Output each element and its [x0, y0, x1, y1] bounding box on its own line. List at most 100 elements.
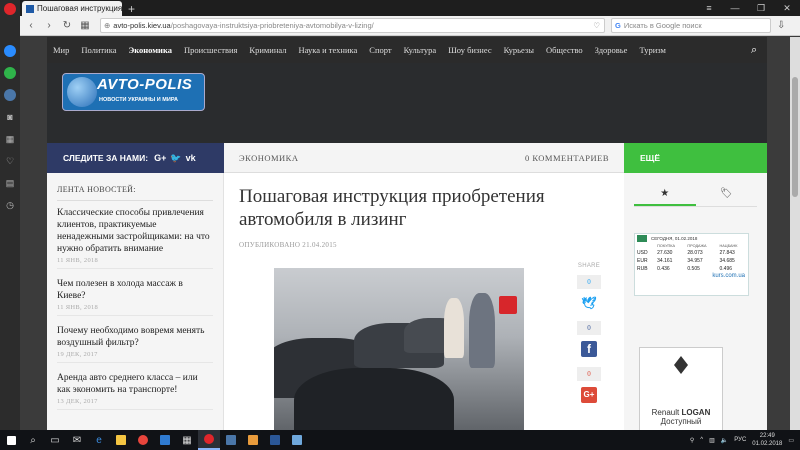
- chevron-up-icon[interactable]: ^: [700, 437, 703, 443]
- nav-item[interactable]: Здоровье: [589, 45, 634, 55]
- news-title[interactable]: Аренда авто среднего класса – или как эк…: [57, 372, 213, 396]
- close-window-icon[interactable]: ✕: [774, 0, 800, 16]
- right-sidebar: ★ 🏷 СЕГОДНЯ, 01.02.2018 ПОКУПКА ПРОДАЖА …: [624, 173, 767, 430]
- currency-source[interactable]: kurs.com.ua: [635, 273, 748, 279]
- download-icon[interactable]: ⇩: [777, 20, 785, 31]
- vk-sidebar-icon[interactable]: [4, 89, 16, 101]
- back-icon[interactable]: ‹: [24, 20, 38, 31]
- list-item[interactable]: Классические способы привлечения клиенто…: [57, 207, 213, 269]
- article-photo: [274, 268, 524, 430]
- paint-icon[interactable]: [242, 430, 264, 450]
- news-title[interactable]: Чем полезен в холода массаж в Киеве?: [57, 278, 213, 302]
- nav-item[interactable]: Спорт: [363, 45, 397, 55]
- camera-icon[interactable]: ◙: [4, 111, 16, 123]
- new-tab-button[interactable]: +: [128, 2, 135, 16]
- page-scrollbar[interactable]: [790, 37, 800, 430]
- news-title[interactable]: Почему необходимо вовремя менять воздушн…: [57, 325, 213, 349]
- search-icon[interactable]: ⌕: [745, 44, 767, 57]
- nav-item[interactable]: Наука и техника: [292, 45, 363, 55]
- grid-icon[interactable]: ▦: [4, 133, 16, 145]
- twitter-icon[interactable]: 🐦: [170, 153, 181, 164]
- menu-icon[interactable]: ≡: [696, 0, 722, 16]
- ad-brand: Renault: [651, 408, 680, 417]
- news-feed: ЛЕНТА НОВОСТЕЙ: Классические способы при…: [47, 173, 224, 430]
- share-panel: SHARE 0 🕊 0 f 0 G+: [569, 263, 609, 413]
- speed-dial-icon[interactable]: ▦: [78, 20, 92, 31]
- clock[interactable]: 22:49 01.02.2018: [752, 432, 782, 448]
- article: Пошаговая инструкция приобретения автомо…: [224, 173, 624, 430]
- calculator-icon[interactable]: ▦: [176, 430, 198, 450]
- url-field[interactable]: ⊕ avto-polis.kiev.ua /poshagovaya-instru…: [100, 18, 605, 33]
- logo-name: AVTO-POLIS: [97, 76, 193, 93]
- clock-time: 22:49: [759, 433, 775, 439]
- list-item[interactable]: Чем полезен в холода массаж в Киеве? 11 …: [57, 278, 213, 316]
- search-placeholder: Искать в Google поиск: [623, 21, 702, 30]
- ad-slogan: Доступный: [660, 417, 702, 426]
- news-icon[interactable]: ▤: [4, 177, 16, 189]
- renault-ad[interactable]: Renault LOGAN Доступный: [639, 347, 723, 430]
- nav-item[interactable]: Происшествия: [178, 45, 243, 55]
- restore-icon[interactable]: ❐: [748, 0, 774, 16]
- nav-item[interactable]: Шоу бизнес: [442, 45, 497, 55]
- edge-icon[interactable]: e: [88, 430, 110, 450]
- chrome-icon[interactable]: [132, 430, 154, 450]
- top-navigation: Мир Политика Экономика Происшествия Крим…: [47, 37, 767, 63]
- nav-item[interactable]: Общество: [540, 45, 589, 55]
- googleplus-icon[interactable]: G+: [154, 153, 166, 163]
- bookmark-heart-icon[interactable]: ♡: [593, 21, 604, 30]
- vk-taskbar-icon[interactable]: [220, 430, 242, 450]
- vk-icon[interactable]: vk: [186, 153, 196, 163]
- word-icon[interactable]: [264, 430, 286, 450]
- nav-item[interactable]: Мир: [47, 45, 75, 55]
- notifications-icon[interactable]: ▭: [788, 437, 794, 444]
- tab-bar: Пошаговая инструкция п × + ≡ — ❐ ✕: [20, 0, 800, 16]
- windows-start-icon[interactable]: [0, 430, 22, 450]
- list-item[interactable]: Аренда авто среднего класса – или как эк…: [57, 372, 213, 410]
- nav-item[interactable]: Туризм: [633, 45, 671, 55]
- taskbar-search-icon[interactable]: ⌕: [22, 430, 44, 450]
- store-icon[interactable]: [154, 430, 176, 450]
- nav-item[interactable]: Курьезы: [498, 45, 540, 55]
- tags-tab-icon[interactable]: 🏷: [696, 183, 758, 206]
- sidebar-tabs: ★ 🏷: [634, 183, 757, 207]
- more-tab[interactable]: ЕЩЁ: [624, 143, 767, 173]
- browser-tab[interactable]: Пошаговая инструкция п ×: [22, 1, 122, 16]
- minimize-icon[interactable]: —: [722, 0, 748, 16]
- network-icon[interactable]: ▥: [709, 437, 715, 444]
- comments-count[interactable]: 0 КОММЕНТАРИЕВ: [525, 153, 609, 163]
- history-icon[interactable]: ◷: [4, 199, 16, 211]
- nav-item[interactable]: Политика: [75, 45, 122, 55]
- star-tab-icon[interactable]: ★: [634, 183, 696, 206]
- reload-icon[interactable]: ↻: [60, 20, 74, 31]
- mail-icon[interactable]: ✉: [66, 430, 88, 450]
- scrollbar-thumb[interactable]: [792, 77, 798, 197]
- currency-widget[interactable]: СЕГОДНЯ, 01.02.2018 ПОКУПКА ПРОДАЖА НАЦБ…: [634, 233, 749, 296]
- twitter-share-icon[interactable]: 🕊: [581, 295, 597, 311]
- nav-item-active[interactable]: Экономика: [122, 45, 178, 55]
- tab-title: Пошаговая инструкция п: [37, 4, 122, 13]
- follow-label: СЛЕДИТЕ ЗА НАМИ:: [63, 153, 149, 163]
- nav-item[interactable]: Культура: [398, 45, 443, 55]
- forward-icon[interactable]: ›: [42, 20, 56, 31]
- people-icon[interactable]: ⚲: [690, 437, 694, 444]
- nav-item[interactable]: Криминал: [243, 45, 292, 55]
- volume-icon[interactable]: 🔈: [721, 437, 728, 444]
- messenger-icon[interactable]: [4, 45, 16, 57]
- list-item[interactable]: Почему необходимо вовремя менять воздушн…: [57, 325, 213, 363]
- explorer-icon[interactable]: [110, 430, 132, 450]
- news-title[interactable]: Классические способы привлечения клиенто…: [57, 207, 213, 255]
- app-icon[interactable]: [286, 430, 308, 450]
- site-logo[interactable]: AVTO-POLIS НОВОСТИ УКРАИНЫ И МИРА: [62, 73, 205, 111]
- language-indicator[interactable]: РУС: [734, 437, 746, 443]
- search-field[interactable]: G Искать в Google поиск: [611, 18, 771, 33]
- ad-model: Renault LOGAN: [640, 408, 722, 417]
- heart-icon[interactable]: ♡: [4, 155, 16, 167]
- category-label[interactable]: ЭКОНОМИКА: [239, 153, 299, 163]
- whatsapp-icon[interactable]: [4, 67, 16, 79]
- task-view-icon[interactable]: ▭: [44, 430, 66, 450]
- website: Мир Политика Экономика Происшествия Крим…: [47, 37, 767, 430]
- facebook-share-icon[interactable]: f: [581, 341, 597, 357]
- opera-taskbar-icon[interactable]: [198, 430, 220, 450]
- googleplus-share-icon[interactable]: G+: [581, 387, 597, 403]
- opera-icon[interactable]: [4, 3, 16, 15]
